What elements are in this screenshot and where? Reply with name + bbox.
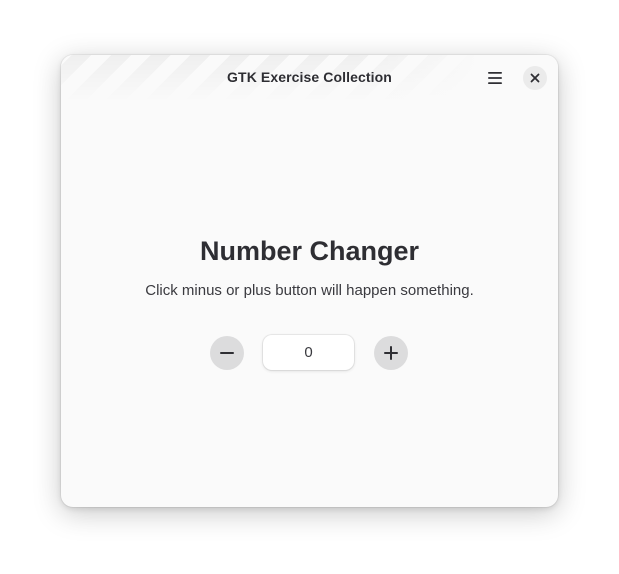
number-value-field[interactable]: 0 [263, 335, 354, 370]
hamburger-menu-icon [488, 72, 502, 84]
page-subtitle: Click minus or plus button will happen s… [145, 282, 474, 299]
decrement-button[interactable] [210, 336, 244, 370]
close-icon [530, 73, 540, 83]
minus-icon [220, 352, 234, 354]
close-window-button[interactable] [523, 66, 547, 90]
header-bar: GTK Exercise Collection [61, 55, 558, 101]
increment-button[interactable] [374, 336, 408, 370]
page-title: Number Changer [199, 236, 420, 266]
app-window: GTK Exercise Collection Number Changer C… [61, 55, 558, 507]
plus-icon [384, 346, 398, 360]
main-menu-button[interactable] [482, 65, 508, 91]
